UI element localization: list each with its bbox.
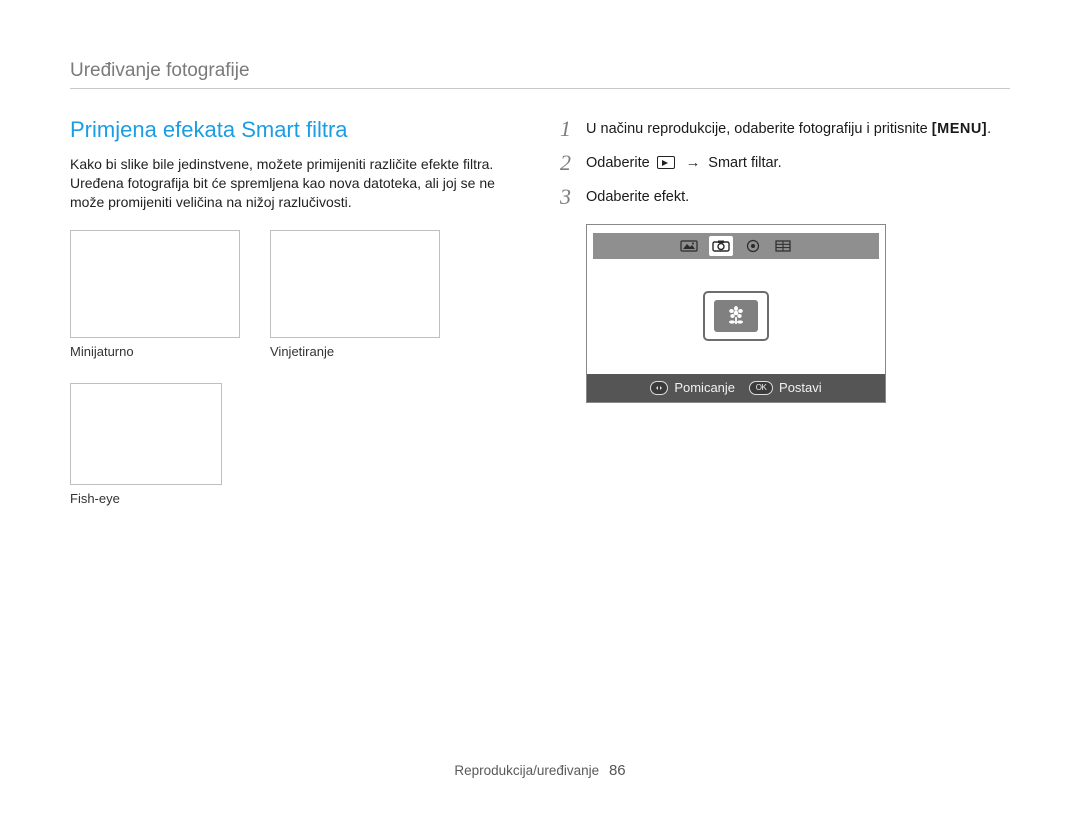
screen-frame: Pomicanje OK Postavi bbox=[586, 224, 886, 403]
thumb-caption: Vinjetiranje bbox=[270, 344, 440, 359]
screen-footer: Pomicanje OK Postavi bbox=[587, 374, 885, 402]
thumb-vignette: Vinjetiranje bbox=[270, 230, 440, 359]
step-2: 2 Odaberite → Smart filtar. bbox=[560, 151, 1010, 175]
play-icon bbox=[657, 156, 675, 169]
step1-text-b: . bbox=[987, 121, 991, 137]
left-column: Primjena efekata Smart filtra Kako bi sl… bbox=[70, 117, 500, 506]
screen-toolbar bbox=[593, 233, 879, 259]
footer-section: Reprodukcija/uređivanje bbox=[454, 763, 599, 778]
step-number: 2 bbox=[560, 151, 586, 175]
step-number: 1 bbox=[560, 117, 586, 141]
thumb-fisheye: Fish-eye bbox=[70, 383, 222, 506]
flower-icon bbox=[714, 300, 758, 332]
page-footer: Reprodukcija/uređivanje 86 bbox=[0, 762, 1080, 779]
toolbar-icon-active bbox=[709, 236, 733, 256]
step-text: U načinu reprodukcije, odaberite fotogra… bbox=[586, 117, 991, 140]
footer-right-label: Postavi bbox=[779, 380, 822, 395]
step-text: Odaberite → Smart filtar. bbox=[586, 151, 782, 174]
step-1: 1 U načinu reprodukcije, odaberite fotog… bbox=[560, 117, 1010, 141]
step-text: Odaberite efekt. bbox=[586, 185, 689, 208]
footer-left-group: Pomicanje bbox=[650, 380, 735, 395]
thumb-image-placeholder bbox=[70, 383, 222, 485]
step-3: 3 Odaberite efekt. bbox=[560, 185, 1010, 209]
toolbar-icon-4 bbox=[773, 238, 793, 254]
page-number: 86 bbox=[609, 762, 626, 779]
center-effect-tile bbox=[703, 291, 769, 341]
page-title: Primjena efekata Smart filtra bbox=[70, 117, 500, 143]
menu-button-label: [MENU] bbox=[932, 121, 987, 137]
ok-button-icon: OK bbox=[749, 381, 773, 395]
toolbar-icon-1 bbox=[679, 238, 699, 254]
thumbnail-grid: Minijaturno Vinjetiranje Fish-eye bbox=[70, 230, 500, 506]
content-columns: Primjena efekata Smart filtra Kako bi sl… bbox=[70, 117, 1010, 506]
step2-pre: Odaberite bbox=[586, 155, 654, 171]
toolbar-icon-3 bbox=[743, 238, 763, 254]
right-column: 1 U načinu reprodukcije, odaberite fotog… bbox=[560, 117, 1010, 506]
thumb-caption: Minijaturno bbox=[70, 344, 240, 359]
thumb-miniature: Minijaturno bbox=[70, 230, 240, 359]
device-screen: Pomicanje OK Postavi bbox=[586, 224, 1010, 403]
thumb-image-placeholder bbox=[270, 230, 440, 338]
intro-paragraph: Kako bi slike bile jedinstvene, možete p… bbox=[70, 155, 500, 212]
breadcrumb: Uređivanje fotografije bbox=[70, 60, 1010, 89]
step2-post: Smart filtar. bbox=[708, 155, 781, 171]
step-number: 3 bbox=[560, 185, 586, 209]
screen-top-gap bbox=[587, 225, 885, 233]
thumb-image-placeholder bbox=[70, 230, 240, 338]
page: Uređivanje fotografije Primjena efekata … bbox=[0, 0, 1080, 815]
footer-left-label: Pomicanje bbox=[674, 380, 735, 395]
step1-text-a: U načinu reprodukcije, odaberite fotogra… bbox=[586, 121, 932, 137]
screen-body bbox=[587, 259, 885, 374]
dpad-icon bbox=[650, 381, 668, 395]
arrow-right-icon: → bbox=[682, 155, 705, 171]
footer-right-group: OK Postavi bbox=[749, 380, 822, 395]
thumb-caption: Fish-eye bbox=[70, 491, 222, 506]
